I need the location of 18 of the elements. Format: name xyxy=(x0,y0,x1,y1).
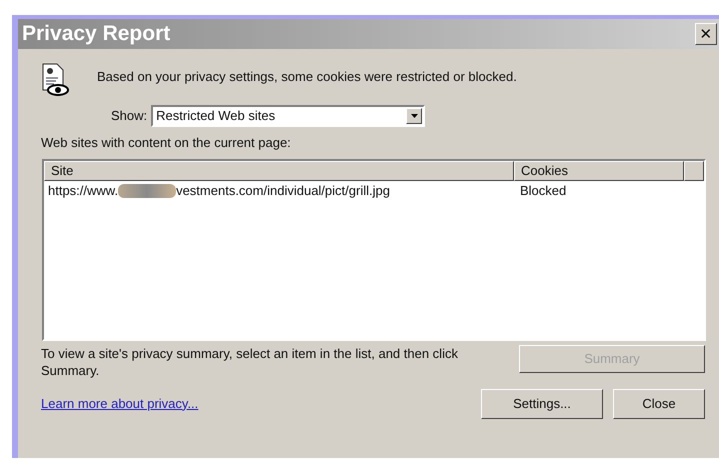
learn-more-link[interactable]: Learn more about privacy... xyxy=(41,394,198,414)
show-label: Show: xyxy=(111,107,148,126)
list-label: Web sites with content on the current page: xyxy=(40,134,292,152)
blurred-block xyxy=(118,184,176,198)
site-url: https://www. xyxy=(48,182,118,200)
column-header[interactable]: Site xyxy=(44,160,514,180)
privacy-document-icon xyxy=(41,63,69,97)
dialog-button[interactable]: Close xyxy=(613,388,705,418)
window-title: Privacy Report xyxy=(22,21,170,48)
site-url: vestments.com/individual/pict/grill.jpg xyxy=(176,182,390,200)
close-button[interactable]: ✕ xyxy=(695,23,717,45)
show-dropdown[interactable]: Restricted Web sites xyxy=(151,105,426,127)
column-header[interactable]: Cookies xyxy=(514,160,684,180)
privacy-message: Based on your privacy settings, some cookies were restricted or blocked. xyxy=(97,68,517,86)
cookies-status: Blocked xyxy=(519,182,568,200)
summary-hint: To view a site's privacy summary, select an item in the list, and then click Summary. xyxy=(41,344,459,378)
site-row[interactable]: https://www. vestments.com/individual/pict/grill.jpg Blocked xyxy=(44,180,704,200)
dialog-button[interactable]: Settings... xyxy=(481,388,603,418)
